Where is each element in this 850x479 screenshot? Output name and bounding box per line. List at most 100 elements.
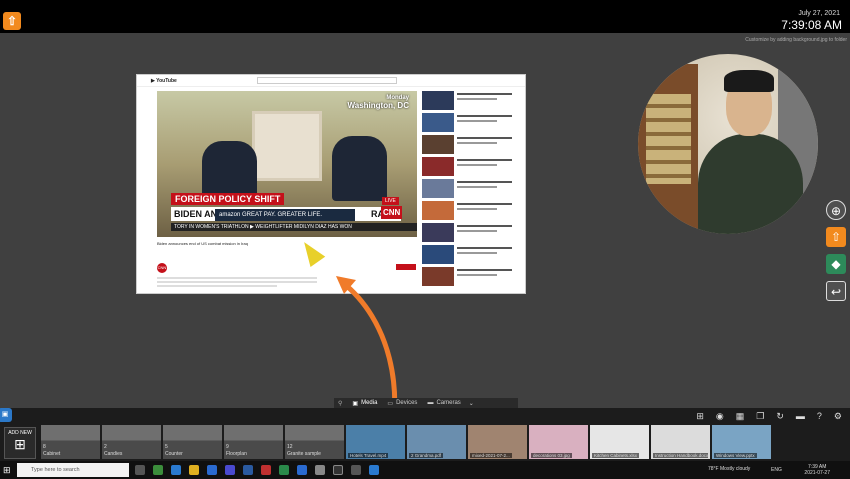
return-icon[interactable]: ↩ [826, 281, 846, 301]
file-item[interactable]: 2 Grandma.pdf [407, 425, 466, 459]
recommended-video[interactable] [422, 91, 522, 111]
app-icon[interactable] [333, 465, 343, 475]
folder-item[interactable]: 9 Floorplan [224, 425, 283, 459]
tab-media[interactable]: ▣ Media [352, 400, 377, 407]
youtube-search-input[interactable] [257, 77, 397, 84]
folder-item[interactable]: 12 Granite sample [285, 425, 344, 459]
video-line [457, 164, 497, 166]
video-line [457, 247, 512, 249]
folder-count: 8 [43, 444, 46, 450]
video-ad-overlay[interactable]: amazon GREAT PAY. GREATER LIFE. [215, 209, 355, 221]
explorer-icon[interactable] [189, 465, 199, 475]
windows-start-icon[interactable]: ⊞ [3, 465, 11, 476]
gear-icon[interactable]: ⚙ [834, 411, 842, 422]
fireplace [252, 111, 322, 181]
chevron-down-icon[interactable]: ⌄ [469, 400, 474, 407]
stage-tabs: ⚲ ▣ Media ▭ Devices ▬ Cameras ⌄ [334, 398, 518, 408]
pin-icon[interactable]: ⚲ [338, 400, 342, 407]
video-line [457, 93, 512, 95]
taskbar-search-input[interactable]: Type here to search [17, 463, 129, 477]
calendar-icon[interactable]: ▦ [736, 411, 745, 422]
store-icon[interactable] [207, 465, 217, 475]
header-date: July 27, 2021 [798, 10, 840, 17]
channel-avatar[interactable]: CNN [157, 263, 167, 273]
taskbar-apps [135, 465, 379, 475]
task-view-icon[interactable] [135, 465, 145, 475]
video-line [457, 269, 512, 271]
top-bar: ⇧ July 27, 2021 7:39:08 AM [0, 0, 850, 33]
excel-icon[interactable] [279, 465, 289, 475]
acrobat-icon[interactable] [261, 465, 271, 475]
outlook-icon[interactable] [297, 465, 307, 475]
video-line [457, 142, 497, 144]
recommended-video[interactable] [422, 157, 522, 177]
folder-icon[interactable]: ▣ [0, 408, 12, 422]
video-thumbnail [422, 223, 454, 242]
weather-widget[interactable]: 78°F Mostly cloudy [708, 466, 750, 472]
file-item[interactable]: Instruction Handbook.docx [651, 425, 710, 459]
recommended-video[interactable] [422, 267, 522, 287]
tab-cameras[interactable]: ▬ Cameras [427, 400, 460, 406]
recommended-video[interactable] [422, 245, 522, 265]
folder-item[interactable]: 5 Counter [163, 425, 222, 459]
tab-media-label: Media [361, 400, 378, 406]
video-line [457, 186, 497, 188]
file-item[interactable]: mixed-2021-07-2... [468, 425, 527, 459]
chrome-icon[interactable] [153, 465, 163, 475]
video-line [457, 203, 512, 205]
recommended-video[interactable] [422, 179, 522, 199]
open-folder-icon[interactable]: ▬ [796, 411, 805, 422]
video-line [457, 230, 497, 232]
presenter-hair [724, 70, 774, 92]
video-line [457, 115, 512, 117]
video-title: Biden announces end of US combat mission… [157, 241, 248, 246]
folder-item[interactable]: 2 Candies [102, 425, 161, 459]
folder-item[interactable]: 8 Cabinet [41, 425, 100, 459]
tab-devices[interactable]: ▭ Devices [387, 400, 417, 407]
grid-icon[interactable]: ⊞ [696, 411, 704, 422]
gear-icon[interactable] [351, 465, 361, 475]
app-icon[interactable] [315, 465, 325, 475]
file-item[interactable]: Windows View.pptx [712, 425, 771, 459]
recommended-video[interactable] [422, 113, 522, 133]
globe-icon[interactable]: ⊕ [826, 200, 846, 220]
app-launcher-icon[interactable]: ⇧ [826, 227, 846, 247]
video-player[interactable]: Monday Washington, DC FOREIGN POLICY SHI… [157, 91, 417, 237]
file-item[interactable]: Hotels Travel.mp4 [346, 425, 405, 459]
help-icon[interactable]: ? [817, 411, 822, 422]
folder-name: Counter [165, 451, 183, 457]
description-line [157, 281, 317, 283]
file-item[interactable]: decorations 03.jpg [529, 425, 588, 459]
folder-name: Candies [104, 451, 123, 457]
tab-cameras-label: Cameras [436, 400, 461, 406]
camera-icon: ▬ [427, 400, 434, 406]
video-thumbnail [422, 201, 454, 220]
edge-icon[interactable] [171, 465, 181, 475]
file-name: decorations 03.jpg [531, 453, 572, 458]
camera-snapshot-icon[interactable]: ◉ [716, 411, 724, 422]
add-new-button[interactable]: ADD NEW ⊞ [4, 427, 36, 459]
file-name: Hotels Travel.mp4 [348, 453, 389, 458]
refresh-icon[interactable]: ↻ [776, 411, 784, 422]
app-icon[interactable] [369, 465, 379, 475]
file-item[interactable]: Kitchen Cabinets.xlsx [590, 425, 649, 459]
app-logo-icon[interactable]: ⇧ [3, 12, 21, 30]
location-overlay: Monday Washington, DC [348, 95, 409, 110]
recommended-video[interactable] [422, 135, 522, 155]
map-icon[interactable]: ◆ [826, 254, 846, 274]
header-time: 7:39:08 AM [781, 18, 842, 32]
news-ticker: TORY IN WOMEN'S TRIATHLON ▶ WEIGHTLIFTER… [171, 223, 417, 231]
media-window[interactable]: ▶ YouTube Monday Washington, DC FOREIGN … [136, 74, 526, 294]
teams-icon[interactable] [225, 465, 235, 475]
system-clock[interactable]: 7:39 AM 2021-07-27 [804, 464, 830, 476]
folder-count: 12 [287, 444, 293, 450]
windows-taskbar: ⊞ Type here to search 78°F Mostly cloudy… [0, 461, 850, 479]
copy-icon[interactable]: ❐ [756, 411, 764, 422]
recommended-video[interactable] [422, 223, 522, 243]
camera-feed[interactable] [638, 54, 818, 234]
language-indicator[interactable]: ENG [771, 467, 782, 473]
folder-name: Granite sample [287, 451, 321, 457]
word-icon[interactable] [243, 465, 253, 475]
video-thumbnail [422, 179, 454, 198]
recommended-video[interactable] [422, 201, 522, 221]
